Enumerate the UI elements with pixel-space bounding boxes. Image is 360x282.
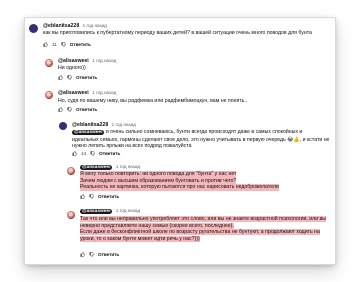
- reply-button[interactable]: Ответить: [98, 252, 119, 257]
- comment-text: Я могу только повторить: ни одного повод…: [80, 171, 330, 191]
- mention-link[interactable]: @alisasweei: [72, 130, 105, 135]
- comment-author[interactable]: @alisasweei: [58, 58, 89, 64]
- dislike-icon[interactable]: [67, 107, 72, 113]
- reply-button[interactable]: Ответить: [76, 75, 97, 80]
- reply-button[interactable]: Ответить: [98, 194, 119, 199]
- comment-actions: 11 Ответить: [43, 41, 91, 48]
- comment-header: @eblanitsa228 1 год назад: [72, 122, 136, 128]
- comment-text: Ни одного)): [58, 65, 86, 71]
- comment-author[interactable]: @alisasweei: [80, 165, 113, 170]
- comment-text: Так что или вы неправильно употребляет э…: [80, 216, 328, 242]
- comment-header: @alisasweei 1 год назад: [58, 58, 116, 64]
- reply-button[interactable]: Ответить: [76, 107, 97, 112]
- comment-text: Но, судя по вашему нику, вы радфемка или…: [58, 98, 248, 104]
- like-icon[interactable]: [80, 251, 85, 257]
- reply-button[interactable]: Ответить: [70, 42, 91, 47]
- comment-actions: Ответить: [58, 74, 97, 81]
- avatar[interactable]: [59, 122, 67, 130]
- dislike-icon[interactable]: [90, 151, 95, 157]
- avatar[interactable]: [67, 167, 75, 175]
- comment-actions: Ответить: [80, 193, 119, 200]
- avatar[interactable]: [29, 24, 38, 33]
- like-icon[interactable]: [58, 106, 63, 112]
- dislike-icon[interactable]: [67, 75, 72, 81]
- like-icon[interactable]: [43, 41, 48, 47]
- like-icon[interactable]: [80, 193, 85, 199]
- comment-time[interactable]: 1 год назад: [92, 90, 116, 95]
- avatar[interactable]: [45, 59, 53, 67]
- dislike-icon[interactable]: [89, 252, 94, 258]
- comment-actions: Ответить: [58, 106, 97, 113]
- comment-body: я очень сильно сомневаюсь, бунти всегда …: [72, 129, 330, 150]
- comment-actions: 14 Ответить: [72, 150, 120, 157]
- comment-author[interactable]: @eblanitsa228: [72, 122, 108, 128]
- like-icon[interactable]: [72, 150, 77, 156]
- comment-time[interactable]: 1 год назад: [83, 23, 107, 28]
- dislike-icon[interactable]: [61, 42, 66, 48]
- comment-author[interactable]: @eblanitsa228: [43, 23, 79, 29]
- like-icon[interactable]: [58, 74, 63, 80]
- comment-author[interactable]: @alisasweei: [58, 90, 89, 96]
- comment-time[interactable]: 1 год назад: [92, 58, 116, 63]
- comment-line: Зачем людям с высшим образованием бунтов…: [80, 177, 237, 185]
- comment-body: Так что или вы неправильно употребляет э…: [80, 216, 327, 229]
- comment-line: Я могу только повторить: ни одного повод…: [80, 171, 237, 178]
- avatar[interactable]: [67, 211, 75, 219]
- comment-text: как вы приготовились к пубертатному пери…: [43, 30, 312, 36]
- comment-time[interactable]: 1 год назад: [112, 122, 136, 127]
- comment-text: @alisasweei я очень сильно сомневаюсь, б…: [72, 129, 330, 150]
- reply-button[interactable]: Ответить: [99, 151, 120, 156]
- comment-time[interactable]: 1 год назад: [116, 164, 140, 169]
- like-count: 11: [52, 42, 57, 47]
- dislike-icon[interactable]: [89, 194, 94, 200]
- comment-header: @alisasweei 1 год назад: [58, 90, 116, 96]
- comment-header: @eblanitsa228 1 год назад: [43, 23, 328, 29]
- comment-thread: @eblanitsa228 1 год назад как вы пригото…: [25, 18, 335, 264]
- comment-line: Реальность не картинка, которую пытаются…: [80, 184, 279, 191]
- comment-header: @alisasweei 1 год назад: [80, 208, 140, 214]
- comment-author[interactable]: @alisasweei: [80, 209, 113, 214]
- comment-header: @alisasweei 1 год назад: [80, 164, 140, 170]
- comment-actions: Ответить: [80, 251, 119, 258]
- avatar[interactable]: [45, 91, 53, 99]
- comment-time[interactable]: 1 год назад: [116, 208, 140, 213]
- comment-body: Если даже в бесконфликтной школе по возр…: [80, 229, 320, 242]
- like-count: 14: [81, 151, 87, 156]
